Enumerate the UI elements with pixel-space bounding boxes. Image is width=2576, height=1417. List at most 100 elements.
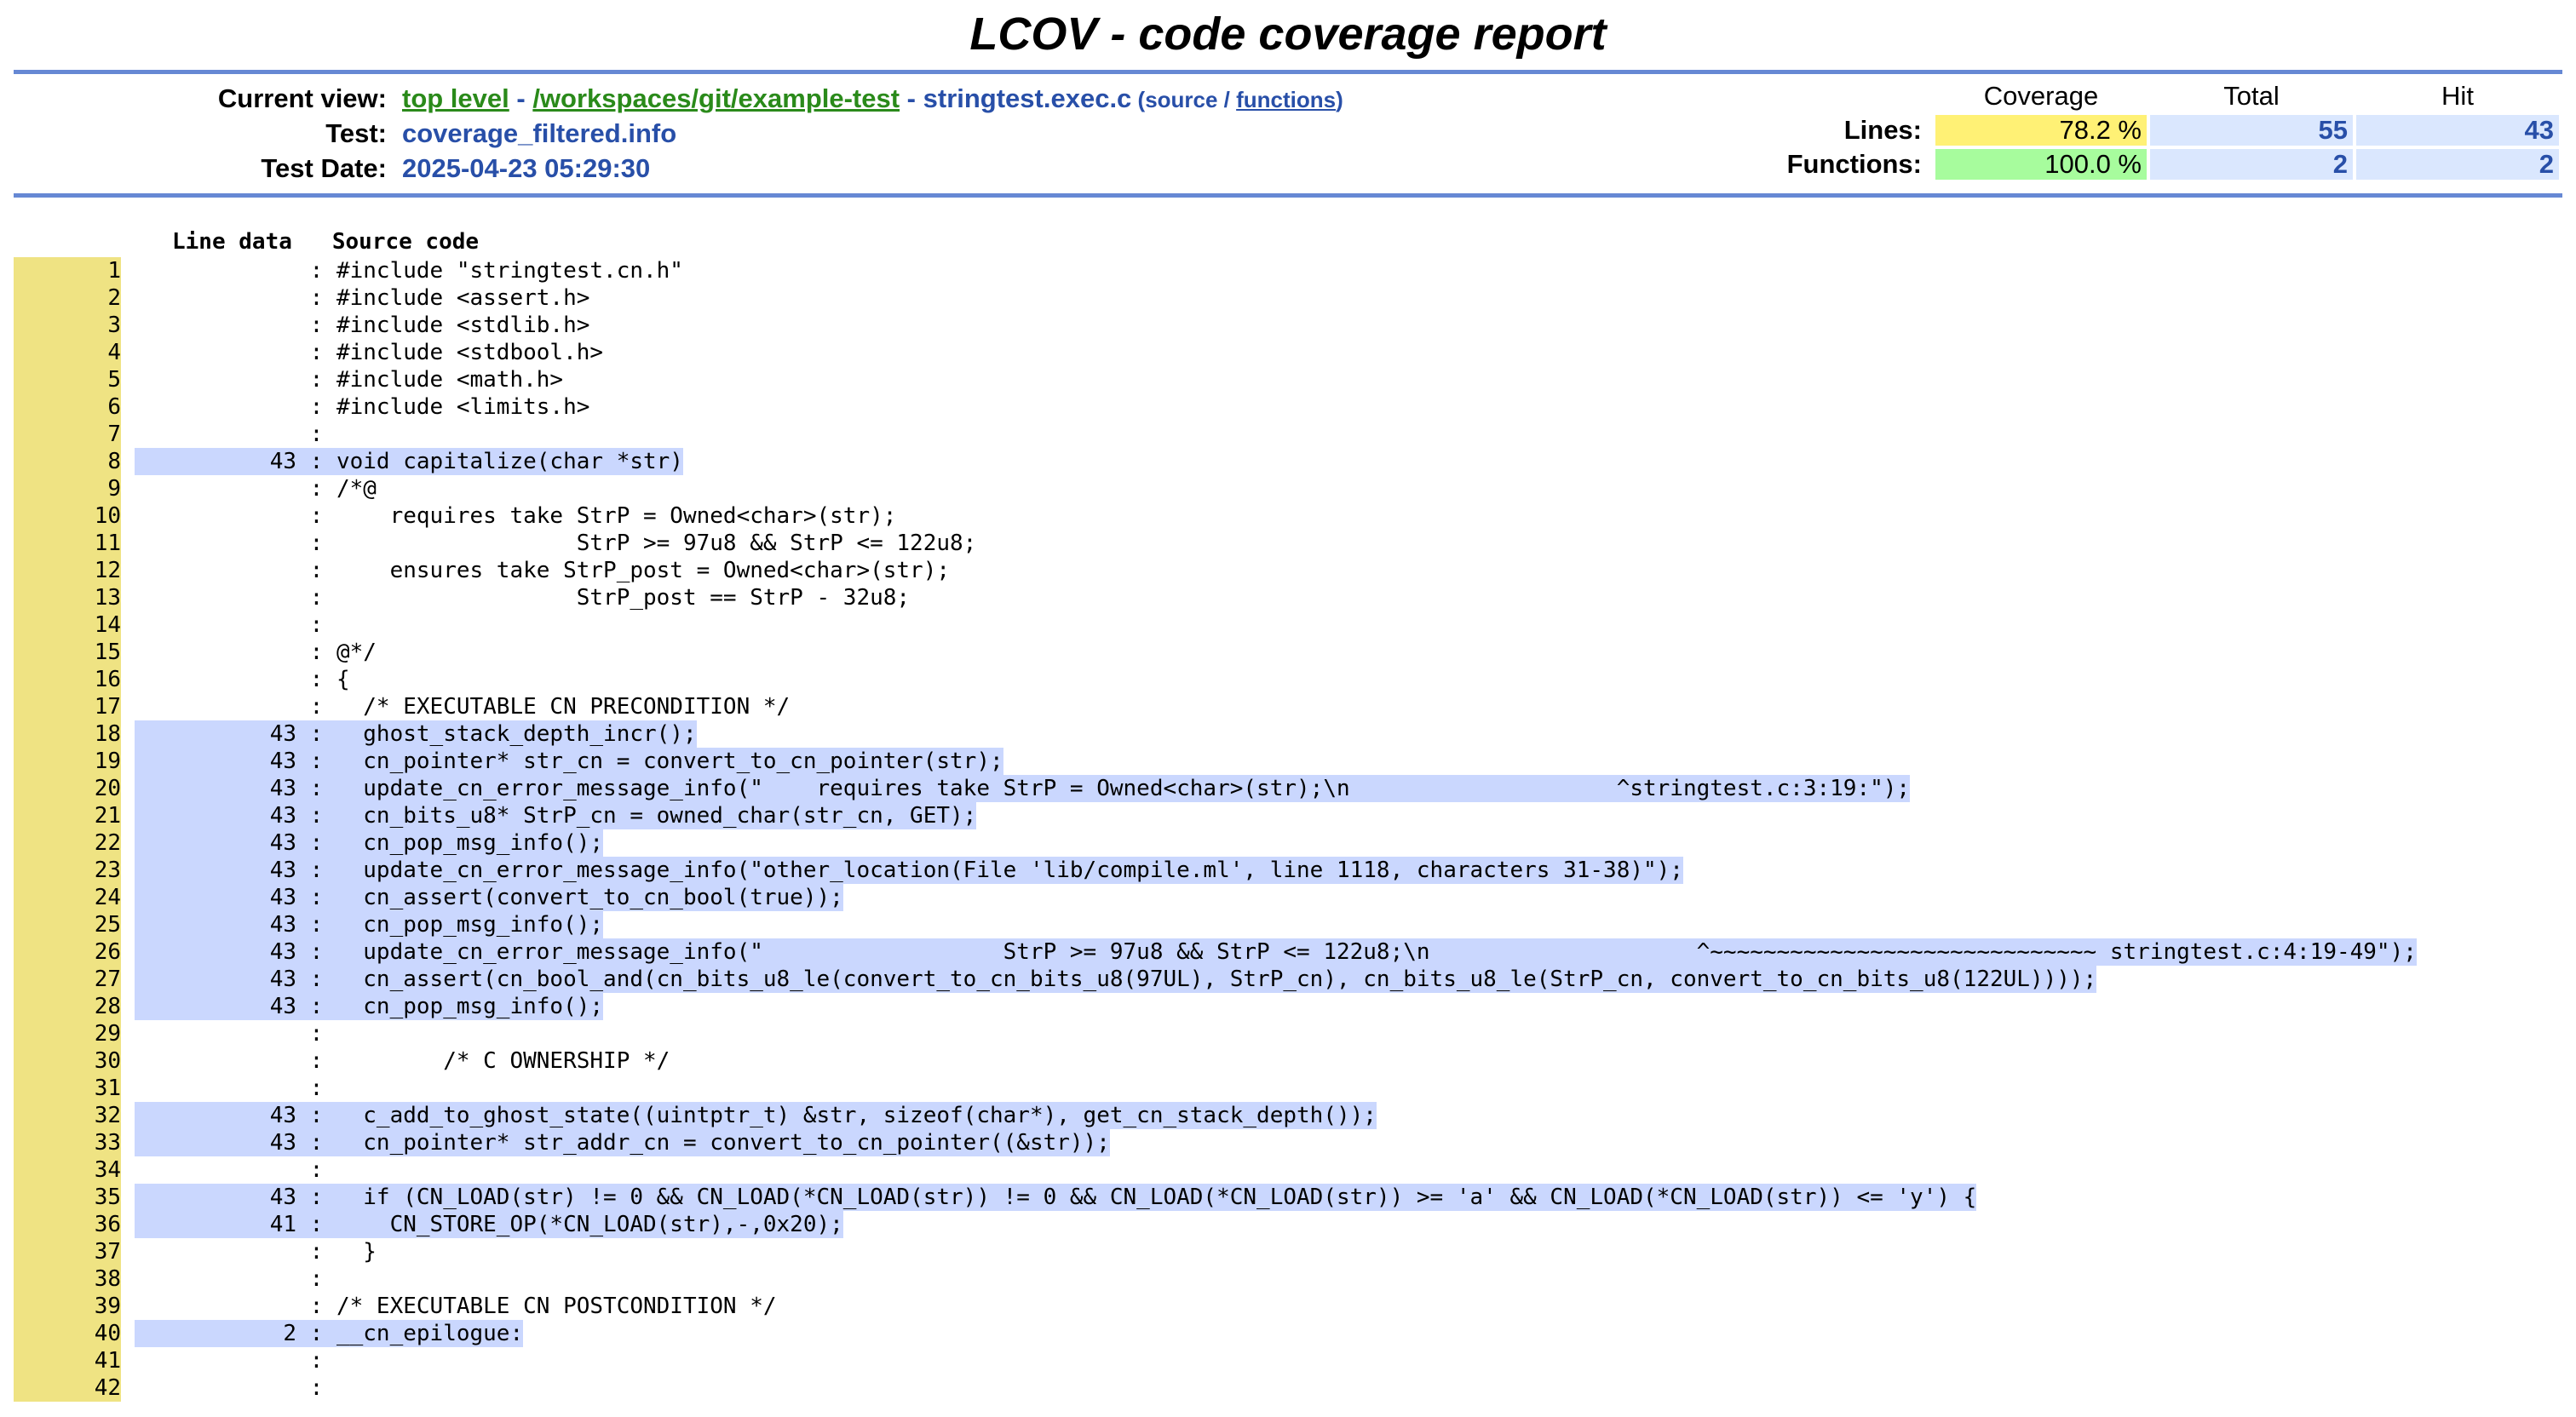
source-text: update_cn_error_message_info(" StrP >= 9… xyxy=(336,939,2417,965)
hit-count: 43 xyxy=(269,449,296,474)
line-number: 20 xyxy=(14,775,121,802)
source-line: 34 : xyxy=(14,1156,2576,1184)
line-number: 10 xyxy=(14,502,121,530)
functions-total: 2 xyxy=(2150,149,2353,180)
line-number: 26 xyxy=(14,938,121,966)
nav-directory-link[interactable]: /workspaces/git/example-test xyxy=(532,83,900,113)
source-text: update_cn_error_message_info("other_loca… xyxy=(336,858,1683,883)
line-number: 35 xyxy=(14,1184,121,1211)
hit-count: 43 xyxy=(269,1130,296,1156)
source-line: 17 : /* EXECUTABLE CN PRECONDITION */ xyxy=(14,693,2576,720)
hit-count: 43 xyxy=(269,749,296,774)
line-number: 27 xyxy=(14,966,121,993)
line-body: : #include <stdbool.h> xyxy=(135,339,603,366)
count-separator: : xyxy=(296,313,336,338)
col-coverage-header: Coverage xyxy=(1983,81,2099,111)
view-functions-link[interactable]: functions xyxy=(1236,87,1336,112)
count-separator: : xyxy=(296,1348,336,1374)
source-text: cn_bits_u8* StrP_cn = owned_char(str_cn,… xyxy=(336,803,977,829)
line-body: : @*/ xyxy=(135,639,377,666)
count-separator: : xyxy=(296,967,336,992)
line-body: : #include "stringtest.cn.h" xyxy=(135,257,683,284)
line-body: : xyxy=(135,1265,336,1293)
summary-blank-header xyxy=(1782,81,1932,112)
lines-summary-row: Lines: 78.2 % 55 43 xyxy=(1782,115,2559,146)
source-text: cn_pointer* str_addr_cn = convert_to_cn_… xyxy=(336,1130,1110,1156)
source-line: 1 : #include "stringtest.cn.h" xyxy=(14,257,2576,284)
source-line: 13 : StrP_post == StrP - 32u8; xyxy=(14,584,2576,611)
hit-count: 43 xyxy=(269,721,296,747)
line-number: 9 xyxy=(14,475,121,502)
line-body: : /* C OWNERSHIP */ xyxy=(135,1047,670,1075)
source-text: } xyxy=(336,1239,377,1265)
hit-count: 43 xyxy=(269,858,296,883)
source-line: 3 : #include <stdlib.h> xyxy=(14,312,2576,339)
line-number: 8 xyxy=(14,448,121,475)
count-separator: : xyxy=(296,858,336,883)
count-separator: : xyxy=(296,422,336,447)
covered-line-body: 43 : cn_pointer* str_cn = convert_to_cn_… xyxy=(135,748,1003,775)
page-title: LCOV - code coverage report xyxy=(969,9,1607,60)
count-separator: : xyxy=(296,803,336,829)
source-text: cn_assert(convert_to_cn_bool(true)); xyxy=(336,885,843,910)
source-line: 12 : ensures take StrP_post = Owned<char… xyxy=(14,557,2576,584)
source-line: 27 43 : cn_assert(cn_bool_and(cn_bits_u8_… xyxy=(14,966,2576,993)
count-separator: : xyxy=(296,1294,336,1319)
count-separator: : xyxy=(296,1321,336,1346)
covered-line-body: 43 : ghost_stack_depth_incr(); xyxy=(135,720,697,748)
current-view-label: Current view: xyxy=(217,83,387,113)
report-header: Current view: top level - /workspaces/git… xyxy=(14,74,2562,193)
count-separator: : xyxy=(296,1375,336,1401)
covered-line-body: 43 : cn_pop_msg_info(); xyxy=(135,829,604,857)
nav-top-level-link[interactable]: top level xyxy=(402,83,509,113)
hit-count: 43 xyxy=(269,885,296,910)
source-line: 22 43 : cn_pop_msg_info(); xyxy=(14,829,2576,857)
source-text: __cn_epilogue: xyxy=(336,1321,524,1346)
nav-separator: - xyxy=(509,83,533,113)
source-text: /* EXECUTABLE CN POSTCONDITION */ xyxy=(336,1294,777,1319)
source-line: 35 43 : if (CN_LOAD(str) != 0 && CN_LOAD(… xyxy=(14,1184,2576,1211)
line-body: : #include <math.h> xyxy=(135,366,563,393)
view-switch: (source / functions) xyxy=(1131,87,1343,112)
count-separator: : xyxy=(296,1048,336,1074)
line-body: : #include <assert.h> xyxy=(135,284,590,312)
count-separator: : xyxy=(296,694,336,720)
source-text: #include "stringtest.cn.h" xyxy=(336,258,683,284)
count-separator: : xyxy=(296,994,336,1019)
line-number: 18 xyxy=(14,720,121,748)
line-number: 12 xyxy=(14,557,121,584)
line-number: 33 xyxy=(14,1129,121,1156)
line-number: 5 xyxy=(14,366,121,393)
line-body: : /* EXECUTABLE CN PRECONDITION */ xyxy=(135,693,791,720)
functions-summary-row: Functions: 100.0 % 2 2 xyxy=(1782,149,2559,180)
hit-count: 43 xyxy=(269,830,296,856)
line-number: 31 xyxy=(14,1075,121,1102)
line-number: 34 xyxy=(14,1156,121,1184)
source-line: 19 43 : cn_pointer* str_cn = convert_to_c… xyxy=(14,748,2576,775)
line-number: 6 xyxy=(14,393,121,421)
current-file-name: stringtest.exec.c xyxy=(923,83,1132,113)
source-line: 28 43 : cn_pop_msg_info(); xyxy=(14,993,2576,1020)
view-slash: / xyxy=(1217,87,1237,112)
source-text: cn_pop_msg_info(); xyxy=(336,994,604,1019)
view-source-current: source xyxy=(1145,87,1218,112)
count-separator: : xyxy=(296,776,336,801)
header-info: Current view: top level - /workspaces/git… xyxy=(14,81,1343,186)
lines-hit: 43 xyxy=(2356,115,2559,146)
source-line: 9 : /*@ xyxy=(14,475,2576,502)
count-separator: : xyxy=(296,721,336,747)
source-text: #include <limits.h> xyxy=(336,394,590,420)
lines-coverage: 78.2 % xyxy=(1935,115,2147,146)
source-line: 4 : #include <stdbool.h> xyxy=(14,339,2576,366)
source-line: 11 : StrP >= 97u8 && StrP <= 122u8; xyxy=(14,530,2576,557)
coverage-summary-table: Coverage Total Hit Lines: 78.2 % 55 43 F… xyxy=(1779,77,2562,183)
source-line: 24 43 : cn_assert(convert_to_cn_bool(true… xyxy=(14,884,2576,911)
hit-count: 41 xyxy=(269,1212,296,1237)
source-listing: 1 : #include "stringtest.cn.h" 2 : #inclu… xyxy=(14,257,2576,1402)
source-line: 21 43 : cn_bits_u8* StrP_cn = owned_char(… xyxy=(14,802,2576,829)
source-line: 15 : @*/ xyxy=(14,639,2576,666)
source-line: 10 : requires take StrP = Owned<char>(st… xyxy=(14,502,2576,530)
count-separator: : xyxy=(296,449,336,474)
current-view-row: Current view: top level - /workspaces/git… xyxy=(14,81,1343,116)
source-line: 5 : #include <math.h> xyxy=(14,366,2576,393)
